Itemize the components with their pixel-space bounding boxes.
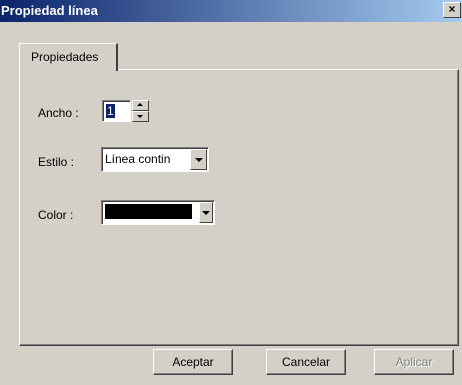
title-bar[interactable]: Propiedad línea × <box>0 0 462 22</box>
spin-down-icon <box>137 115 143 118</box>
tab-label: Propiedades <box>31 50 99 64</box>
color-select[interactable] <box>101 200 215 225</box>
chevron-down-icon <box>202 211 210 215</box>
width-spin-up[interactable] <box>132 100 149 111</box>
color-swatch <box>105 204 192 219</box>
color-dropdown-button[interactable] <box>199 202 213 223</box>
width-value: 1 <box>106 104 115 118</box>
chevron-down-icon <box>195 158 203 162</box>
color-label: Color : <box>38 208 74 222</box>
close-button[interactable]: × <box>443 2 461 18</box>
cancel-button[interactable]: Cancelar <box>266 349 346 375</box>
width-spin-down[interactable] <box>132 111 149 122</box>
apply-button[interactable]: Aplicar <box>374 349 454 375</box>
spin-up-icon <box>137 103 143 106</box>
style-label: Estilo : <box>38 155 75 169</box>
width-label: Ancho : <box>38 106 79 120</box>
window-title: Propiedad línea <box>1 3 98 18</box>
close-icon: × <box>448 2 456 16</box>
width-input[interactable]: 1 <box>102 100 131 122</box>
properties-panel <box>19 69 459 346</box>
style-value: Línea contin <box>105 152 171 166</box>
style-select[interactable]: Línea contin <box>101 147 209 172</box>
style-dropdown-button[interactable] <box>190 149 207 170</box>
tab-propiedades[interactable]: Propiedades <box>19 43 118 71</box>
accept-button[interactable]: Aceptar <box>153 349 233 375</box>
